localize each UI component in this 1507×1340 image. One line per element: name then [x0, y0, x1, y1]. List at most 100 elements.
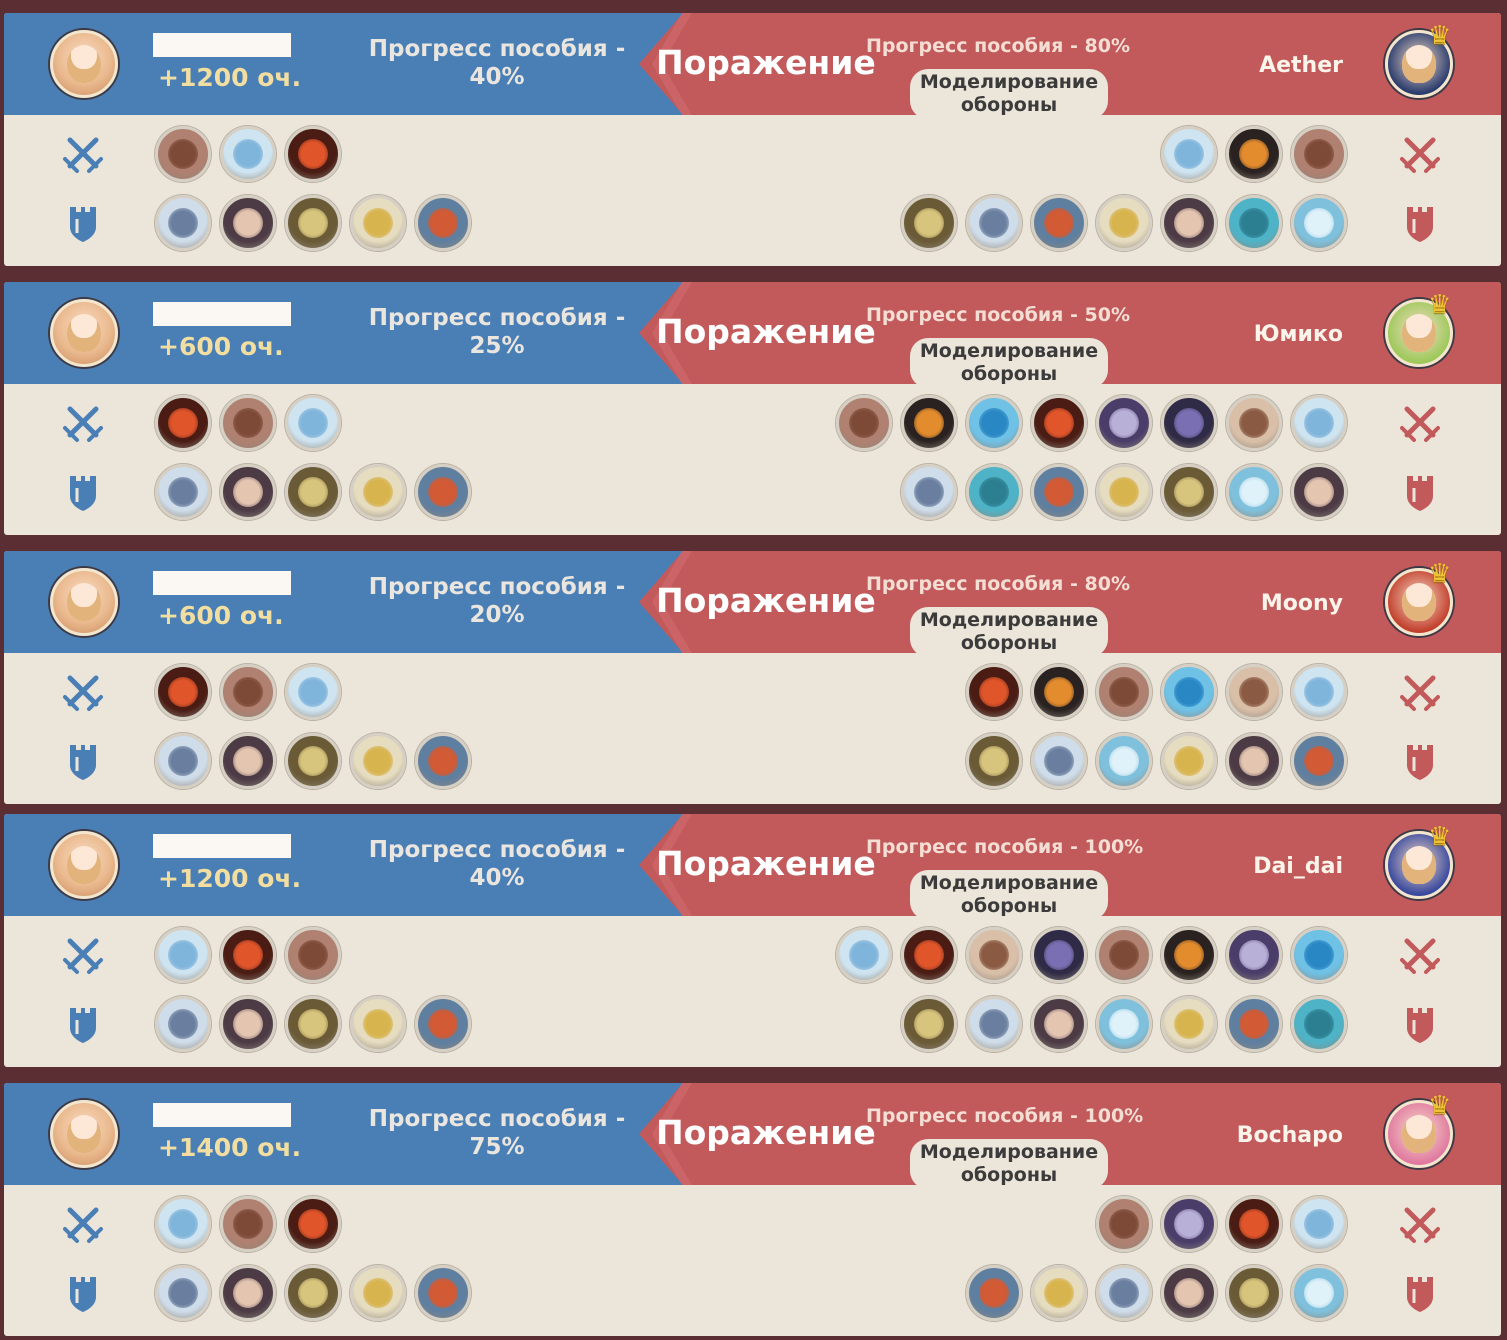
masked-man-icon[interactable] — [1226, 733, 1282, 789]
ice-crystal-icon[interactable] — [285, 664, 341, 720]
fire-core-icon[interactable] — [901, 927, 957, 983]
horned-skull-icon[interactable] — [1226, 664, 1282, 720]
opponent-name[interactable]: Aether — [1259, 53, 1343, 78]
frost-dragon-icon[interactable] — [1031, 733, 1087, 789]
golden-fountain-icon[interactable] — [350, 733, 406, 789]
dark-armor-icon[interactable] — [285, 733, 341, 789]
dark-armor-icon[interactable] — [285, 464, 341, 520]
rock-golem-icon[interactable] — [836, 395, 892, 451]
frost-dragon-icon[interactable] — [966, 996, 1022, 1052]
golden-fountain-icon[interactable] — [1161, 996, 1217, 1052]
rock-golem-icon[interactable] — [1096, 664, 1152, 720]
ice-crystal-icon[interactable] — [836, 927, 892, 983]
match-card[interactable]: +600 оч. Прогресс пособия - 25% Поражени… — [4, 282, 1501, 535]
ice-flower-icon[interactable] — [1291, 195, 1347, 251]
blue-tower-icon[interactable] — [415, 996, 471, 1052]
masked-man-icon[interactable] — [1291, 464, 1347, 520]
blue-tower-icon[interactable] — [1031, 464, 1087, 520]
masked-man-icon[interactable] — [220, 464, 276, 520]
ice-crystal-icon[interactable] — [155, 1196, 211, 1252]
ice-crystal-icon[interactable] — [285, 395, 341, 451]
player-avatar[interactable] — [50, 299, 118, 367]
dark-armor-icon[interactable] — [966, 733, 1022, 789]
ice-flower-icon[interactable] — [1096, 996, 1152, 1052]
blue-orb-icon[interactable] — [1291, 927, 1347, 983]
masked-man-icon[interactable] — [220, 996, 276, 1052]
dark-armor-icon[interactable] — [285, 195, 341, 251]
rock-golem-icon[interactable] — [220, 395, 276, 451]
golden-fountain-icon[interactable] — [1096, 464, 1152, 520]
blue-orb-icon[interactable] — [966, 395, 1022, 451]
ice-flower-icon[interactable] — [1291, 1265, 1347, 1321]
ice-flower-icon[interactable] — [1226, 464, 1282, 520]
masked-man-icon[interactable] — [1031, 996, 1087, 1052]
dark-armor-icon[interactable] — [1226, 1265, 1282, 1321]
rock-golem-icon[interactable] — [220, 1196, 276, 1252]
golden-fountain-icon[interactable] — [350, 464, 406, 520]
opponent-name[interactable]: Юмико — [1254, 322, 1343, 347]
sun-orb-icon[interactable] — [1161, 927, 1217, 983]
golden-fountain-icon[interactable] — [1096, 195, 1152, 251]
ice-crystal-icon[interactable] — [1161, 126, 1217, 182]
frost-dragon-icon[interactable] — [155, 464, 211, 520]
sun-orb-icon[interactable] — [901, 395, 957, 451]
cyan-slime-icon[interactable] — [1291, 996, 1347, 1052]
ice-flower-icon[interactable] — [1096, 733, 1152, 789]
shadow-crawler-icon[interactable] — [1161, 395, 1217, 451]
golden-fountain-icon[interactable] — [350, 996, 406, 1052]
opponent-name[interactable]: Dai_dai — [1253, 854, 1343, 879]
blue-tower-icon[interactable] — [415, 1265, 471, 1321]
frost-dragon-icon[interactable] — [155, 1265, 211, 1321]
ice-crystal-icon[interactable] — [1291, 664, 1347, 720]
rock-golem-icon[interactable] — [220, 664, 276, 720]
cyan-slime-icon[interactable] — [966, 464, 1022, 520]
blue-tower-icon[interactable] — [1031, 195, 1087, 251]
fire-core-icon[interactable] — [285, 126, 341, 182]
dark-armor-icon[interactable] — [285, 1265, 341, 1321]
player-avatar[interactable] — [50, 568, 118, 636]
ice-crystal-icon[interactable] — [1291, 395, 1347, 451]
purple-mask-icon[interactable] — [1096, 395, 1152, 451]
purple-mask-icon[interactable] — [1226, 927, 1282, 983]
cyan-slime-icon[interactable] — [1226, 195, 1282, 251]
sun-orb-icon[interactable] — [1226, 126, 1282, 182]
blue-tower-icon[interactable] — [415, 733, 471, 789]
match-card[interactable]: +1200 оч. Прогресс пособия - 40% Поражен… — [4, 13, 1501, 266]
frost-dragon-icon[interactable] — [155, 996, 211, 1052]
horned-skull-icon[interactable] — [1226, 395, 1282, 451]
dark-armor-icon[interactable] — [1161, 464, 1217, 520]
player-avatar[interactable] — [50, 1100, 118, 1168]
fire-core-icon[interactable] — [966, 664, 1022, 720]
golden-fountain-icon[interactable] — [350, 195, 406, 251]
golden-fountain-icon[interactable] — [1161, 733, 1217, 789]
rock-golem-icon[interactable] — [1096, 927, 1152, 983]
blue-tower-icon[interactable] — [415, 195, 471, 251]
masked-man-icon[interactable] — [1161, 195, 1217, 251]
dark-armor-icon[interactable] — [901, 195, 957, 251]
shadow-crawler-icon[interactable] — [1031, 927, 1087, 983]
golden-fountain-icon[interactable] — [350, 1265, 406, 1321]
rock-golem-icon[interactable] — [1096, 1196, 1152, 1252]
horned-skull-icon[interactable] — [966, 927, 1022, 983]
frost-dragon-icon[interactable] — [1096, 1265, 1152, 1321]
fire-core-icon[interactable] — [155, 664, 211, 720]
opponent-name[interactable]: Moony — [1261, 591, 1343, 616]
blue-tower-icon[interactable] — [1291, 733, 1347, 789]
blue-orb-icon[interactable] — [1161, 664, 1217, 720]
dark-armor-icon[interactable] — [285, 996, 341, 1052]
masked-man-icon[interactable] — [220, 1265, 276, 1321]
masked-man-icon[interactable] — [220, 195, 276, 251]
player-avatar[interactable] — [50, 831, 118, 899]
frost-dragon-icon[interactable] — [155, 733, 211, 789]
player-avatar[interactable] — [50, 30, 118, 98]
ice-crystal-icon[interactable] — [155, 927, 211, 983]
blue-tower-icon[interactable] — [415, 464, 471, 520]
rock-golem-icon[interactable] — [285, 927, 341, 983]
match-card[interactable]: +600 оч. Прогресс пособия - 20% Поражени… — [4, 551, 1501, 804]
frost-dragon-icon[interactable] — [155, 195, 211, 251]
ice-crystal-icon[interactable] — [1291, 1196, 1347, 1252]
match-card[interactable]: +1200 оч. Прогресс пособия - 40% Поражен… — [4, 814, 1501, 1067]
frost-dragon-icon[interactable] — [966, 195, 1022, 251]
dark-armor-icon[interactable] — [901, 996, 957, 1052]
purple-mask-icon[interactable] — [1161, 1196, 1217, 1252]
